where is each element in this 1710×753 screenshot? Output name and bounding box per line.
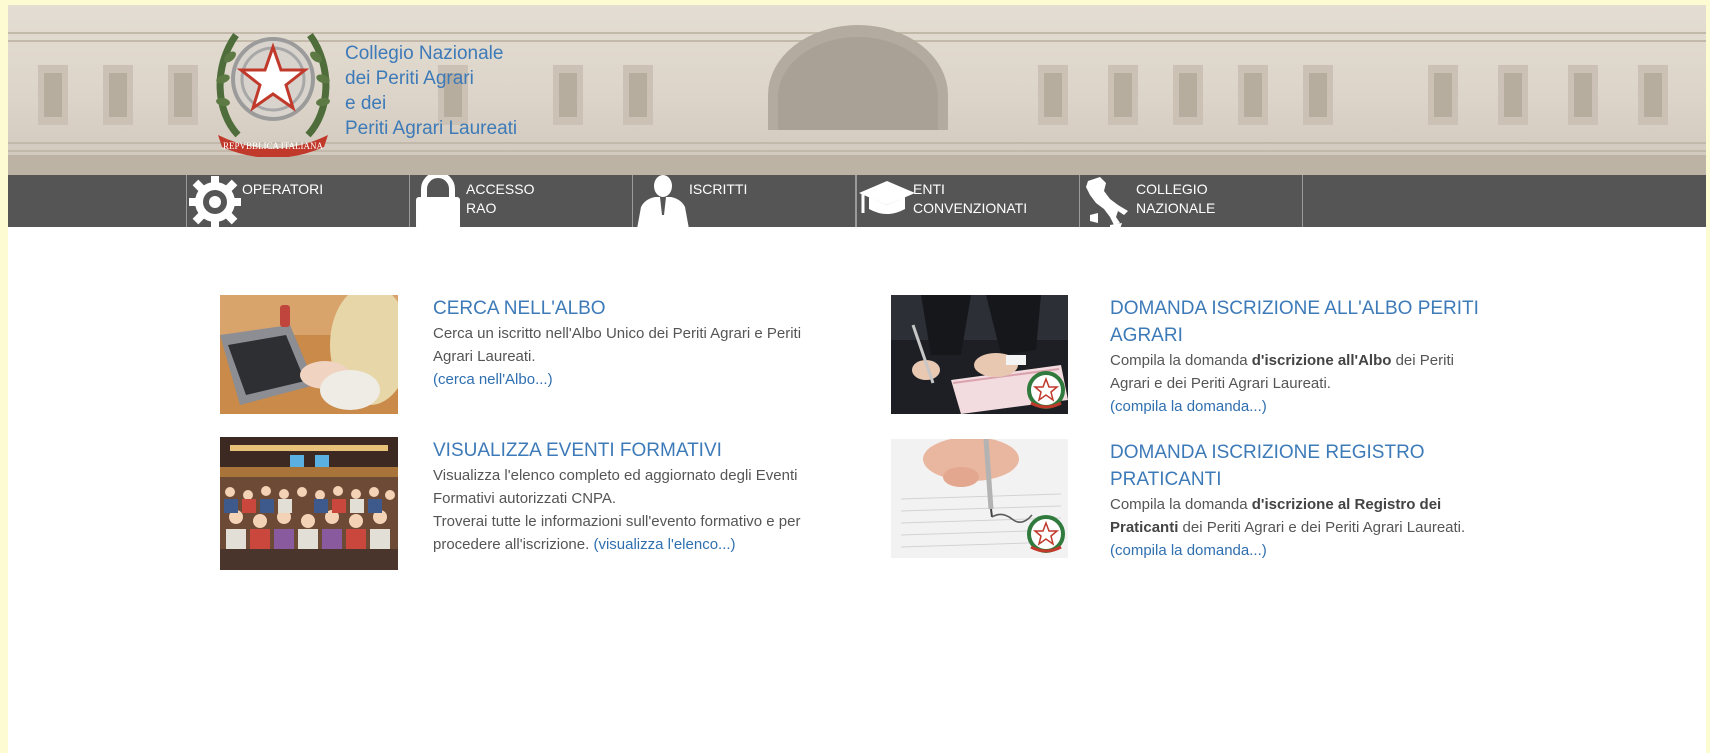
nav-item-iscritti[interactable]: ISCRITTI (632, 175, 856, 227)
nav-item-label: OPERATORI (242, 181, 324, 197)
pen-document-photo[interactable] (891, 439, 1068, 558)
nav-item-label: COLLEGIO NAZIONALE (1136, 181, 1216, 216)
cerca-albo-link[interactable]: (cerca nell'Albo...) (433, 371, 553, 388)
site-title-line: Periti Agrari Laureati (345, 118, 518, 139)
card-description: Cerca un iscritto nell'Albo Unico dei Pe… (433, 325, 802, 365)
main-nav: OPERATORI ACCESSO RAO ISCRITTI ENTI CONV… (8, 175, 1706, 227)
card-text: VISUALIZZA EVENTI FORMATIVI Visualizza l… (433, 437, 813, 556)
nav-item-accesso-rao[interactable]: ACCESSO RAO (409, 175, 633, 227)
person-icon (637, 175, 689, 227)
site-title-line: dei Periti Agrari (345, 68, 474, 89)
card-description: Compila la domanda d'iscrizione all'Albo… (1110, 352, 1454, 392)
graduation-cap-icon (859, 181, 915, 214)
compila-domanda-albo-link[interactable]: (compila la domanda...) (1110, 398, 1267, 415)
card-text: DOMANDA ISCRIZIONE REGISTRO PRATICANTI C… (1110, 439, 1495, 562)
nav-item-label: ISCRITTI (689, 181, 748, 197)
site-title: Collegio Nazionale dei Periti Agrari e d… (345, 41, 575, 141)
card-text: DOMANDA ISCRIZIONE ALL'ALBO PERITI AGRAR… (1110, 295, 1495, 418)
card-title[interactable]: CERCA NELL'ALBO (433, 295, 813, 322)
card-text: CERCA NELL'ALBO Cerca un iscritto nell'A… (433, 295, 813, 391)
card-description: Compila la domanda d'iscrizione al Regis… (1110, 496, 1466, 536)
site-header: REPVBBLICA ITALIANA Collegio Nazionale d… (8, 5, 1706, 175)
page: REPVBBLICA ITALIANA Collegio Nazionale d… (8, 5, 1706, 753)
card-domanda-registro: DOMANDA ISCRIZIONE REGISTRO PRATICANTI C… (891, 439, 1491, 564)
card-domanda-albo: DOMANDA ISCRIZIONE ALL'ALBO PERITI AGRAR… (891, 295, 1491, 420)
site-title-line: Collegio Nazionale (345, 43, 504, 64)
card-eventi-formativi: VISUALIZZA EVENTI FORMATIVI Visualizza l… (220, 437, 820, 577)
card-title[interactable]: DOMANDA ISCRIZIONE ALL'ALBO PERITI AGRAR… (1110, 295, 1495, 349)
emblem-text: REPVBBLICA ITALIANA (223, 141, 324, 151)
laptop-photo[interactable] (220, 295, 398, 414)
card-description: Troverai tutte le informazioni sull'even… (433, 513, 801, 553)
nav-item-label: ENTI CONVENZIONATI (913, 181, 1028, 216)
site-title-line: e dei (345, 93, 387, 114)
nav-item-enti-convenzionati[interactable]: ENTI CONVENZIONATI (856, 175, 1080, 227)
republic-emblem-logo: REPVBBLICA ITALIANA (216, 32, 330, 157)
signing-photo[interactable] (891, 295, 1068, 414)
visualizza-elenco-link[interactable]: (visualizza l'elenco...) (593, 536, 735, 553)
nav-item-label: ACCESSO RAO (466, 181, 535, 216)
lock-icon (416, 175, 460, 227)
card-title[interactable]: DOMANDA ISCRIZIONE REGISTRO PRATICANTI (1110, 439, 1495, 493)
compila-domanda-registro-link[interactable]: (compila la domanda...) (1110, 542, 1267, 559)
card-title[interactable]: VISUALIZZA EVENTI FORMATIVI (433, 437, 813, 464)
card-cerca-albo: CERCA NELL'ALBO Cerca un iscritto nell'A… (220, 295, 820, 415)
nav-item-collegio-nazionale[interactable]: COLLEGIO NAZIONALE (1079, 175, 1303, 227)
conference-photo[interactable] (220, 437, 398, 570)
nav-item-operatori[interactable]: OPERATORI (186, 175, 410, 227)
gear-icon (189, 176, 241, 227)
card-description: Visualizza l'elenco completo ed aggiorna… (433, 467, 798, 507)
italy-map-icon (1086, 177, 1128, 227)
